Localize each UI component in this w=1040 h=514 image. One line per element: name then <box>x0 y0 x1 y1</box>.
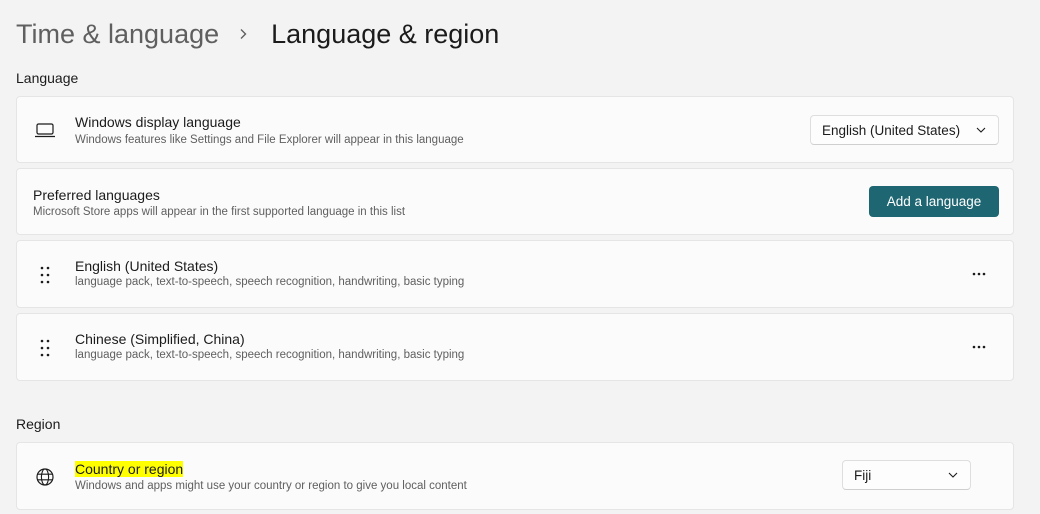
language-name: Chinese (Simplified, China) <box>75 331 245 347</box>
add-language-button[interactable]: Add a language <box>869 186 999 217</box>
page-title: Language & region <box>271 18 500 49</box>
language-section-label: Language <box>16 70 79 86</box>
display-language-title: Windows display language <box>75 114 241 130</box>
display-language-card: Windows display language Windows feature… <box>16 96 1014 163</box>
more-options-icon[interactable] <box>967 262 991 286</box>
country-region-card: Country or region Windows and apps might… <box>16 442 1014 510</box>
breadcrumb-parent-link[interactable]: Time & language <box>16 19 219 50</box>
language-name: English (United States) <box>75 258 219 274</box>
language-features: language pack, text-to-speech, speech re… <box>75 276 465 288</box>
breadcrumb: Time & language Language & region <box>16 14 499 54</box>
display-language-subtitle: Windows features like Settings and File … <box>75 134 464 146</box>
display-language-value: English (United States) <box>822 122 961 138</box>
laptop-icon <box>33 119 57 141</box>
preferred-languages-subtitle: Microsoft Store apps will appear in the … <box>33 206 406 218</box>
more-options-icon[interactable] <box>967 335 991 359</box>
drag-handle-icon[interactable] <box>33 336 57 360</box>
chevron-down-icon <box>976 127 986 133</box>
country-region-dropdown[interactable]: Fiji <box>842 460 971 490</box>
country-region-title: Country or region <box>75 461 184 477</box>
country-region-value: Fiji <box>854 467 872 483</box>
display-language-dropdown[interactable]: English (United States) <box>810 115 999 145</box>
language-features: language pack, text-to-speech, speech re… <box>75 349 465 361</box>
drag-handle-icon[interactable] <box>33 263 57 287</box>
language-list-item[interactable]: Chinese (Simplified, China) language pac… <box>16 313 1014 381</box>
country-region-subtitle: Windows and apps might use your country … <box>75 480 467 492</box>
chevron-down-icon <box>948 472 958 478</box>
globe-icon <box>33 465 57 489</box>
preferred-languages-title: Preferred languages <box>33 187 160 203</box>
language-list-item[interactable]: English (United States) language pack, t… <box>16 240 1014 308</box>
preferred-languages-card: Preferred languages Microsoft Store apps… <box>16 168 1014 235</box>
region-section-label: Region <box>16 416 61 432</box>
chevron-right-icon <box>237 28 249 40</box>
